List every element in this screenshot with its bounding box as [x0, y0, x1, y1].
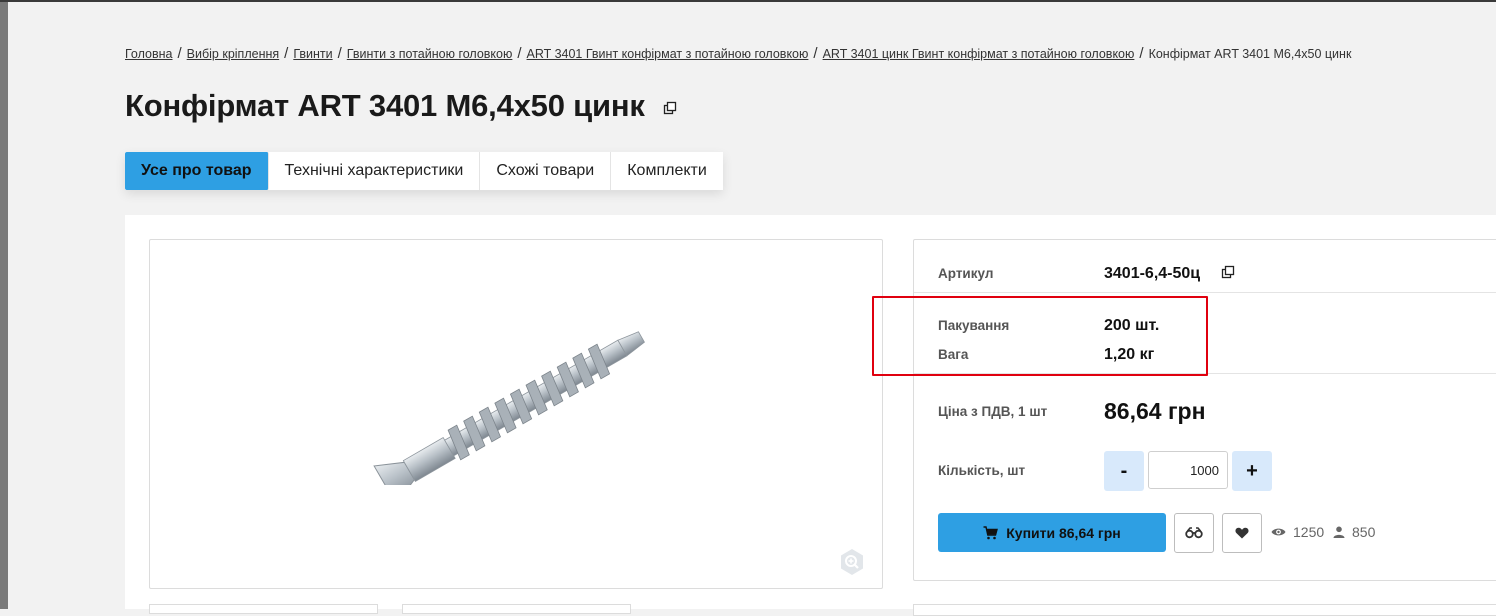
sku-value: 3401-6,4-50ц	[1104, 265, 1201, 282]
highlight-box	[872, 296, 1208, 376]
cart-icon	[983, 525, 999, 539]
tab-all-about-product[interactable]: Усе про товар	[125, 152, 269, 190]
breadcrumb-separator: /	[1139, 45, 1144, 62]
window-left-edge	[0, 0, 8, 609]
compare-button[interactable]	[1174, 513, 1214, 553]
tab-similar-products[interactable]: Схожі товари	[480, 152, 612, 190]
copy-icon[interactable]	[1221, 265, 1235, 279]
sku-label: Артикул	[938, 266, 994, 281]
eye-icon	[1271, 528, 1286, 536]
breadcrumb-current: Конфірмат ART 3401 M6,4x50 цинк	[1148, 47, 1352, 61]
secondary-info-card	[913, 604, 1496, 616]
views-count: 1250	[1293, 524, 1325, 540]
breadcrumb-separator: /	[337, 45, 342, 62]
breadcrumb-art3401[interactable]: ART 3401 Гвинт конфірмат з потайною голо…	[527, 47, 809, 61]
breadcrumb-home[interactable]: Головна	[125, 47, 173, 61]
buy-button-label: Купити 86,64 грн	[1006, 524, 1121, 541]
thumbnail-1[interactable]	[149, 604, 378, 614]
breadcrumb-art3401-zinc[interactable]: ART 3401 цинк Гвинт конфірмат з потайною…	[823, 47, 1135, 61]
price-value: 86,64 грн	[1104, 398, 1206, 424]
user-icon	[1333, 526, 1345, 538]
buyers-count: 850	[1352, 524, 1376, 540]
thumbnail-2[interactable]	[402, 604, 631, 614]
heart-icon	[1235, 527, 1249, 539]
window-top-edge	[0, 0, 1496, 2]
copy-icon[interactable]	[663, 101, 677, 115]
quantity-label: Кількість, шт	[938, 463, 1026, 478]
page-title: Конфірмат ART 3401 M6,4x50 цинк	[125, 88, 645, 123]
buyers-stat: 850	[1333, 524, 1375, 540]
breadcrumb-separator: /	[177, 45, 182, 62]
breadcrumb-countersunk-screws[interactable]: Гвинти з потайною головкою	[347, 47, 513, 61]
price-label: Ціна з ПДВ, 1 шт	[938, 404, 1048, 419]
quantity-increase-button[interactable]: +	[1232, 451, 1272, 491]
product-image[interactable]	[355, 330, 675, 485]
tab-kits[interactable]: Комплекти	[611, 152, 723, 190]
breadcrumb-screws[interactable]: Гвинти	[293, 47, 332, 61]
tab-technical-specs[interactable]: Технічні характеристики	[269, 152, 481, 190]
divider	[914, 292, 1496, 293]
breadcrumb-separator: /	[517, 45, 522, 62]
breadcrumb-fastener-selection[interactable]: Вибір кріплення	[187, 47, 279, 61]
breadcrumb-separator: /	[284, 45, 289, 62]
favorite-button[interactable]	[1222, 513, 1262, 553]
breadcrumb: Головна / Вибір кріплення / Гвинти / Гвинти з …	[125, 45, 1351, 62]
quantity-decrease-button[interactable]: -	[1104, 451, 1144, 491]
buy-button[interactable]: Купити 86,64 грн	[938, 513, 1166, 552]
product-tabs: Усе про товар Технічні характеристики Сх…	[125, 152, 723, 190]
zoom-in-icon[interactable]	[837, 547, 867, 577]
quantity-input[interactable]	[1148, 451, 1228, 489]
views-stat: 1250	[1271, 524, 1324, 540]
breadcrumb-separator: /	[813, 45, 818, 62]
compare-icon	[1185, 527, 1203, 539]
